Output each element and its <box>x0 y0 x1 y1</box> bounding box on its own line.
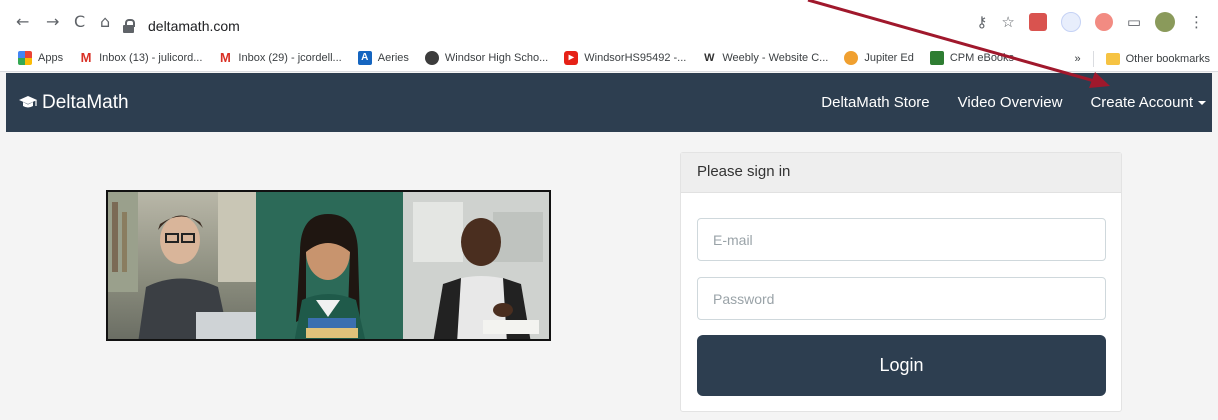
folder-icon <box>1105 53 1120 65</box>
gmail-icon: M <box>219 49 231 65</box>
login-button[interactable]: Login <box>697 335 1106 396</box>
extension-icon[interactable] <box>1094 13 1113 31</box>
email-field[interactable] <box>697 218 1106 261</box>
student-photo-2 <box>256 192 403 339</box>
browser-toolbar: ← → C ⌂ deltamath.com ⚷ ☆ ▭ ⋮ <box>0 0 1218 44</box>
brand-name: DeltaMath <box>42 92 129 113</box>
gmail-icon: M <box>80 49 92 65</box>
extension-icons: ⚷ ☆ ▭ ⋮ <box>976 12 1204 32</box>
graduation-cap-icon <box>19 96 37 108</box>
jupiter-icon <box>844 50 859 65</box>
key-icon[interactable]: ⚷ <box>976 13 987 31</box>
bookmark-cpm-ebooks[interactable]: CPM eBooks <box>929 50 1014 65</box>
password-field[interactable] <box>697 277 1106 320</box>
youtube-icon: ▸ <box>564 50 579 65</box>
weebly-icon: W <box>704 51 715 64</box>
divider <box>1092 51 1094 67</box>
bookmark-youtube[interactable]: ▸ WindsorHS95492 -... <box>564 50 686 65</box>
aeries-icon: A <box>357 50 372 65</box>
caret-down-icon <box>1198 101 1206 106</box>
apps-grid-icon <box>18 50 32 65</box>
bookmark-jupiter-ed[interactable]: Jupiter Ed <box>844 50 914 65</box>
forward-arrow-icon[interactable]: → <box>46 14 59 30</box>
address-bar[interactable]: deltamath.com <box>122 15 882 37</box>
nav-links: DeltaMath Store Video Overview Create Ac… <box>821 94 1206 111</box>
bookmark-aeries[interactable]: A Aeries <box>357 50 409 65</box>
cast-icon[interactable]: ▭ <box>1127 13 1141 31</box>
nav-create-account-dropdown[interactable]: Create Account <box>1090 94 1206 111</box>
nav-video-overview-link[interactable]: Video Overview <box>958 94 1063 111</box>
signin-panel: Please sign in Login <box>680 152 1122 412</box>
student-photo-3 <box>403 192 549 339</box>
bookmarks-bar: Apps M Inbox (13) - julicord... M Inbox (2… <box>0 44 1218 72</box>
brand-logo[interactable]: DeltaMath <box>18 92 129 114</box>
bookmarks-right: » Other bookmarks <box>1075 51 1210 67</box>
other-bookmarks-button[interactable]: Other bookmarks <box>1126 53 1210 65</box>
reload-icon[interactable]: C <box>74 14 85 30</box>
windsor-icon <box>424 50 439 65</box>
back-arrow-icon[interactable]: ← <box>16 14 29 30</box>
cpm-icon <box>929 50 944 65</box>
bookmark-windsor-high[interactable]: Windsor High Scho... <box>424 50 548 65</box>
bookmark-apps[interactable]: Apps <box>18 50 63 65</box>
student-photo-1 <box>108 192 256 339</box>
lock-icon <box>122 19 136 33</box>
bookmark-weebly[interactable]: W Weebly - Website C... <box>702 51 828 65</box>
nav-store-link[interactable]: DeltaMath Store <box>821 94 929 111</box>
home-icon[interactable]: ⌂ <box>100 14 110 30</box>
site-navbar: DeltaMath DeltaMath Store Video Overview… <box>6 73 1212 132</box>
bookmarks-overflow-button[interactable]: » <box>1075 53 1081 65</box>
url-text: deltamath.com <box>148 18 240 34</box>
bookmark-gmail-2[interactable]: M Inbox (29) - jcordell... <box>218 49 342 65</box>
students-hero-image <box>106 190 551 341</box>
menu-kebab-icon[interactable]: ⋮ <box>1189 13 1204 31</box>
star-icon[interactable]: ☆ <box>1001 13 1014 31</box>
pen-extension-icon[interactable] <box>1060 12 1081 32</box>
signin-title: Please sign in <box>681 153 1121 193</box>
bookmark-gmail-1[interactable]: M Inbox (13) - julicord... <box>79 49 203 65</box>
profile-avatar-icon[interactable] <box>1155 12 1175 32</box>
pdf-extension-icon[interactable] <box>1028 13 1047 31</box>
